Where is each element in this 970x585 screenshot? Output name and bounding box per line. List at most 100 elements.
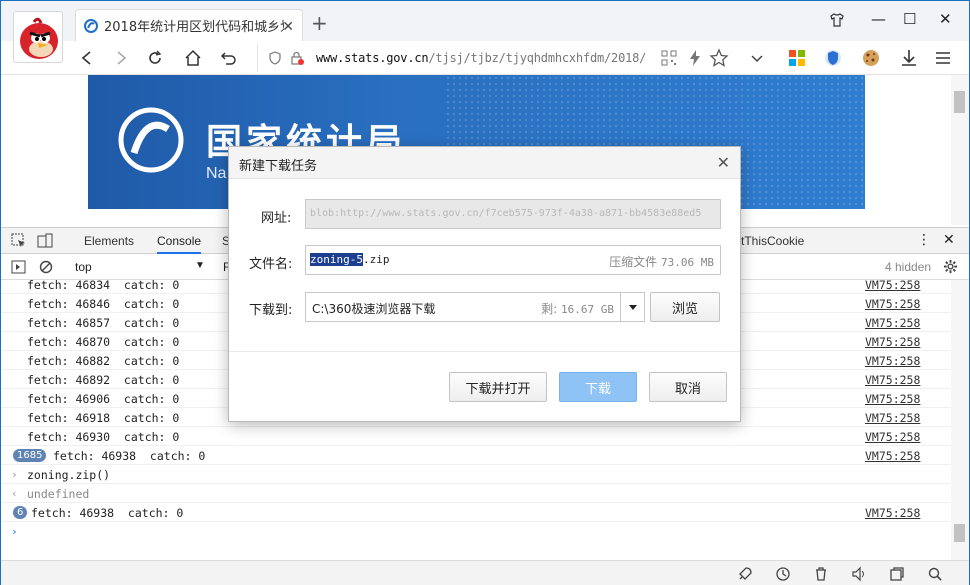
console-source-link[interactable]: VM75:258 [865, 411, 920, 425]
console-line-repeat: 6 fetch: 46938 catch: 0 VM75:258 [1, 503, 951, 522]
chevron-down-icon[interactable] [747, 48, 767, 68]
window-icon[interactable] [889, 566, 905, 582]
reload-icon [149, 50, 162, 64]
save-path-dropdown[interactable] [620, 293, 644, 321]
sidebar-toggle-icon[interactable] [11, 260, 26, 274]
console-message: fetch: 46938 catch: 0 [53, 449, 206, 463]
maximize-button[interactable]: ☐ [903, 10, 916, 28]
speaker-icon[interactable] [851, 566, 867, 582]
console-result: ‹ undefined [1, 484, 951, 503]
inspect-element-icon[interactable] [11, 233, 27, 249]
url-field: blob:http://www.stats.gov.cn/f7ceb575-97… [305, 199, 721, 229]
file-type: 压缩文件 [609, 255, 658, 269]
angry-bird-icon [20, 17, 58, 59]
console-message: fetch: 46918 catch: 0 [27, 411, 180, 425]
cookie-icon[interactable] [861, 48, 881, 68]
dialog-divider [229, 351, 740, 352]
page-scrollbar[interactable] [951, 75, 969, 225]
file-info: 压缩文件 73.06 MB [609, 253, 714, 270]
forward-button[interactable] [109, 46, 133, 70]
reload-button[interactable] [143, 46, 167, 70]
console-source-link[interactable]: VM75:258 [865, 354, 920, 368]
lightning-icon[interactable] [685, 48, 705, 68]
qr-code-icon[interactable] [659, 48, 679, 68]
trash-icon[interactable] [813, 566, 829, 582]
download-icon[interactable] [899, 48, 919, 68]
filename-input[interactable]: zoning-5.zip 压缩文件 73.06 MB [305, 245, 721, 275]
browser-window: 2018年统计用区划代码和城乡划 ✕ + — ☐ ✕ www.stats.gov… [0, 0, 970, 585]
rocket-icon[interactable] [737, 566, 753, 582]
dialog-close-icon[interactable]: ✕ [717, 153, 730, 172]
undo-icon [220, 52, 236, 65]
free-space-label: 剩: [541, 302, 558, 316]
browse-button[interactable]: 浏览 [650, 292, 720, 322]
window-close-button[interactable]: ✕ [939, 10, 952, 28]
download-button[interactable]: 下载 [559, 372, 637, 402]
file-size: 73.06 MB [661, 256, 714, 269]
console-source-link[interactable]: VM75:258 [865, 373, 920, 387]
arrow-left-icon [81, 51, 91, 65]
console-source-link[interactable]: VM75:258 [865, 449, 920, 463]
gear-icon[interactable] [943, 259, 958, 274]
stats-favicon-icon [84, 18, 98, 33]
console-scroll-thumb[interactable] [954, 524, 965, 542]
apps-grid-icon[interactable] [787, 48, 807, 68]
skin-shirt-icon[interactable] [829, 12, 845, 28]
dialog-title: 新建下载任务 [239, 159, 318, 174]
filename-value[interactable]: zoning-5.zip [310, 253, 389, 266]
clear-console-icon[interactable] [39, 260, 53, 274]
security-shield-extension-icon[interactable] [823, 48, 843, 68]
console-source-link[interactable]: VM75:258 [865, 335, 920, 349]
console-message: fetch: 46906 catch: 0 [27, 392, 180, 406]
console-message: fetch: 46834 catch: 0 [27, 280, 180, 292]
home-button[interactable] [181, 46, 205, 70]
console-message: fetch: 46870 catch: 0 [27, 335, 180, 349]
history-icon[interactable] [775, 566, 791, 582]
filename-label: 文件名: [249, 257, 293, 272]
save-path-select[interactable]: C:\360极速浏览器下载 剩: 16.67 GB [305, 292, 645, 322]
devtools-close-icon[interactable]: ✕ [943, 232, 955, 248]
star-icon[interactable] [709, 48, 729, 68]
tab-editthiscookie[interactable]: tThisCookie [741, 234, 804, 248]
device-toolbar-icon[interactable] [37, 233, 53, 249]
tab-console[interactable]: Console [157, 234, 202, 254]
undo-close-button[interactable] [217, 46, 241, 70]
free-space-value: 16.67 GB [561, 303, 614, 316]
context-selector[interactable]: top [75, 260, 92, 274]
console-source-link[interactable]: VM75:258 [865, 280, 920, 292]
console-message: fetch: 46892 catch: 0 [27, 373, 180, 387]
home-icon [185, 49, 201, 66]
page-scroll-thumb[interactable] [954, 91, 965, 113]
menu-icon[interactable] [933, 48, 953, 68]
context-dropdown-icon[interactable]: ▼ [195, 260, 205, 271]
console-source-link[interactable]: VM75:258 [865, 297, 920, 311]
search-icon[interactable] [927, 566, 943, 582]
filename-extension: .zip [362, 253, 390, 266]
filename-selected-text: zoning-5 [310, 253, 363, 266]
url-label: 网址: [261, 211, 292, 226]
back-button[interactable] [75, 46, 99, 70]
console-prompt[interactable]: › [1, 522, 951, 541]
devtools-more-icon[interactable]: ⋮ [917, 231, 931, 248]
browser-tab[interactable]: 2018年统计用区划代码和城乡划 ✕ [75, 9, 303, 41]
console-scrollbar[interactable] [951, 280, 969, 560]
console-source-link[interactable]: VM75:258 [865, 392, 920, 406]
console-source-link[interactable]: VM75:258 [865, 430, 920, 444]
console-line: fetch: 46930 catch: 0 VM75:258 [1, 427, 951, 446]
minimize-button[interactable]: — [871, 10, 886, 28]
tab-strip: 2018年统计用区划代码和城乡划 ✕ + — ☐ ✕ [1, 1, 969, 41]
tab-elements[interactable]: Elements [84, 234, 134, 248]
console-source-link[interactable]: VM75:258 [865, 316, 920, 330]
caret-down-icon [628, 305, 637, 310]
download-and-open-button[interactable]: 下载并打开 [449, 372, 547, 402]
arrow-right-icon [117, 51, 127, 65]
console-line-grouped: 1685 fetch: 46938 catch: 0 VM75:258 [1, 446, 951, 465]
console-source-link[interactable]: VM75:258 [865, 506, 920, 520]
tab-close-icon[interactable]: ✕ [282, 18, 294, 35]
user-avatar[interactable] [13, 11, 63, 63]
cancel-button[interactable]: 取消 [649, 372, 727, 402]
new-tab-button[interactable]: + [311, 11, 328, 35]
url-host: www.stats.gov.cn [316, 51, 429, 65]
console-message: fetch: 46846 catch: 0 [27, 297, 180, 311]
nbs-logo-icon [118, 107, 184, 173]
